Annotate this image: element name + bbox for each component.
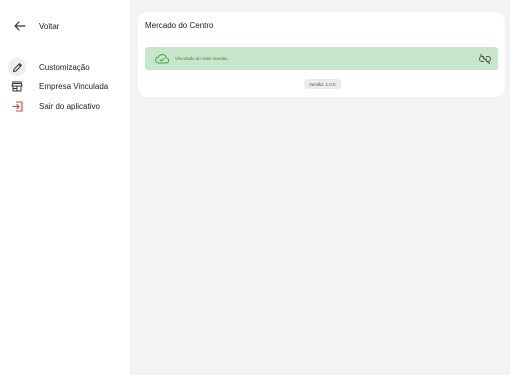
logout-icon <box>8 97 26 115</box>
link-status-banner: Vinculado ao Navi Vendas <box>145 47 498 70</box>
sidebar-item-label: Customização <box>39 62 90 72</box>
version-badge: Versão: 1.0.0 <box>304 79 341 89</box>
store-icon <box>8 78 26 96</box>
unlink-icon[interactable] <box>478 52 491 65</box>
company-title: Mercado do Centro <box>145 21 214 30</box>
sidebar-item-label: Empresa Vinculada <box>39 82 109 91</box>
cloud-check-icon <box>155 53 169 65</box>
sidebar-item-empresa-vinculada[interactable]: Empresa Vinculada <box>8 78 126 96</box>
sidebar-item-customizacao[interactable]: Customização <box>8 58 126 76</box>
sidebar-item-sair[interactable]: Sair do aplicativo <box>8 97 126 115</box>
link-status-text: Vinculado ao Navi Vendas <box>175 56 228 61</box>
sidebar-item-label: Sair do aplicativo <box>39 101 100 111</box>
arrow-left-icon <box>14 19 28 33</box>
sidebar: Voltar Customização Empresa Vinculada Sa… <box>0 0 130 375</box>
company-card: Mercado do Centro Vinculado ao Navi Vend… <box>138 12 505 97</box>
back-button[interactable]: Voltar <box>14 18 59 34</box>
pencil-icon <box>8 58 26 76</box>
back-label: Voltar <box>39 21 60 31</box>
sidebar-menu: Customização Empresa Vinculada Sair do a… <box>8 58 126 117</box>
